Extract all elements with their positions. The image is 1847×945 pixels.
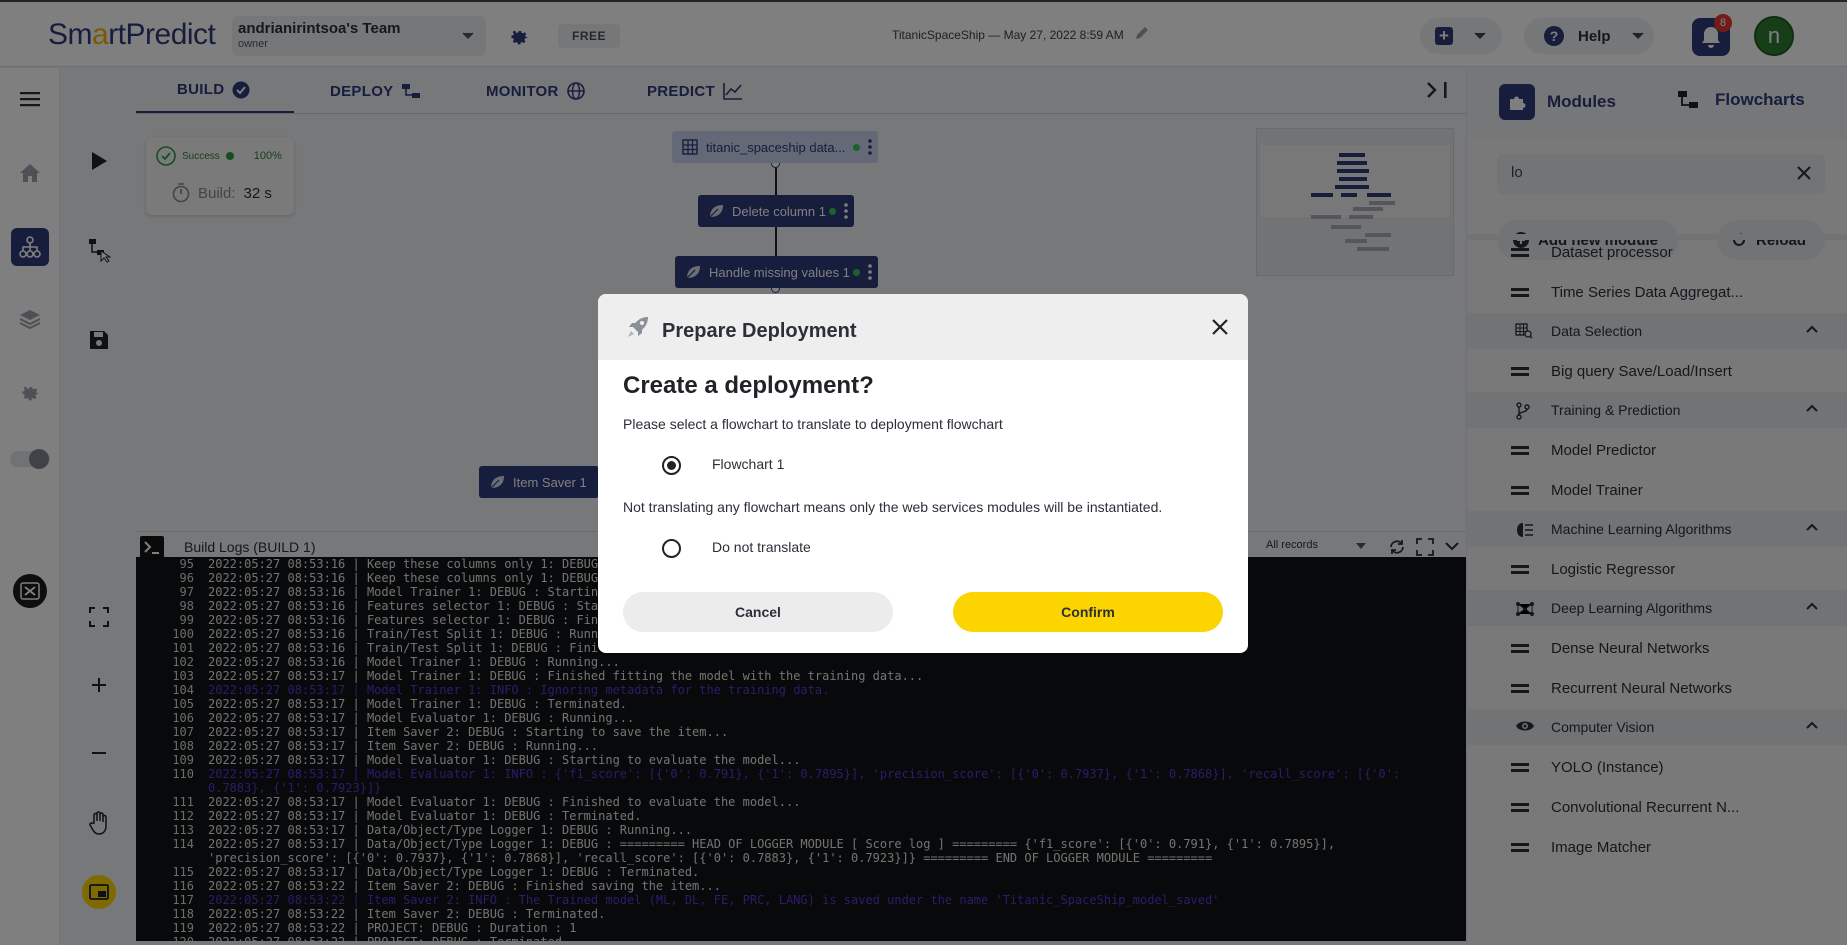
dialog-instruction: Please select a flowchart to translate t… bbox=[623, 416, 1003, 432]
confirm-button[interactable]: Confirm bbox=[953, 592, 1223, 632]
rocket-icon bbox=[628, 317, 648, 337]
radio-flowchart-1[interactable] bbox=[662, 456, 681, 475]
close-icon[interactable] bbox=[1212, 319, 1228, 335]
radio-flowchart-1-label[interactable]: Flowchart 1 bbox=[712, 456, 784, 472]
dialog-question: Create a deployment? bbox=[623, 372, 874, 399]
radio-do-not-translate-label[interactable]: Do not translate bbox=[712, 539, 811, 555]
radio-do-not-translate[interactable] bbox=[662, 539, 681, 558]
dialog-note: Not translating any flowchart means only… bbox=[623, 499, 1163, 515]
dialog-header: Prepare Deployment bbox=[598, 294, 1248, 360]
dialog-title: Prepare Deployment bbox=[662, 320, 857, 342]
prepare-deployment-dialog: Prepare Deployment Create a deployment? … bbox=[598, 294, 1248, 653]
cancel-button[interactable]: Cancel bbox=[623, 592, 893, 632]
